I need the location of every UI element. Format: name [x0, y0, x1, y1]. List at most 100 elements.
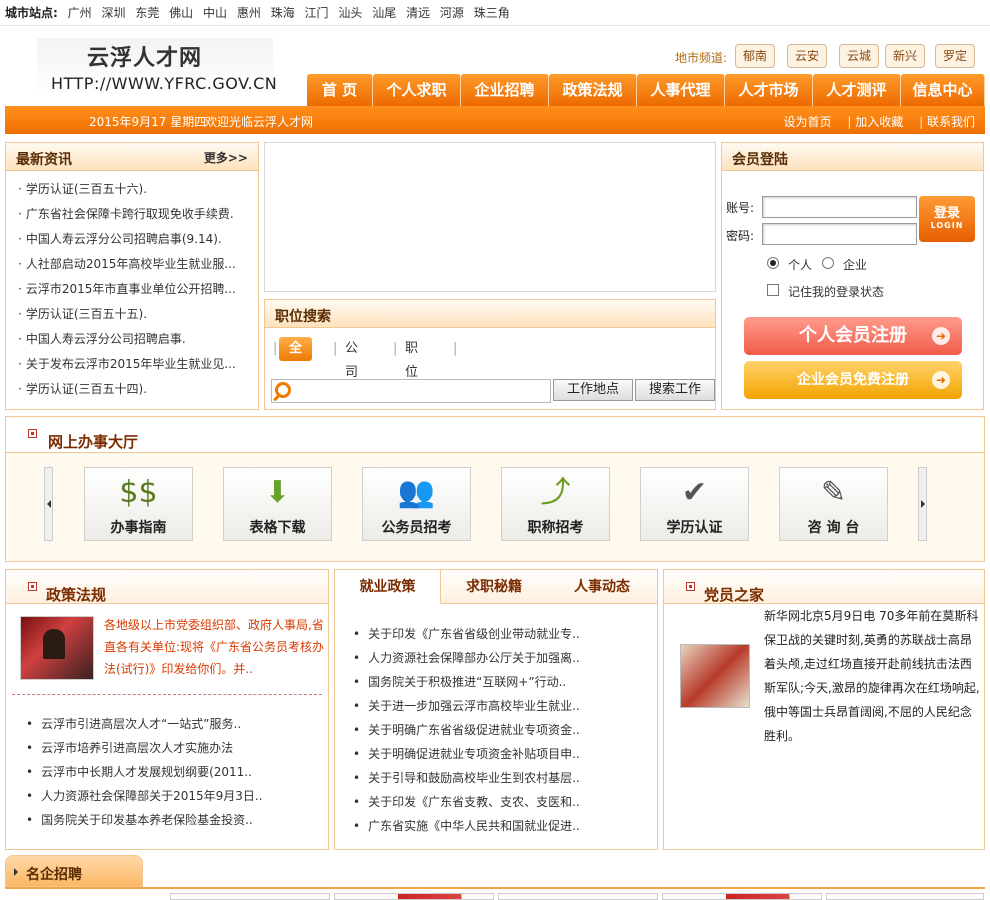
- nav-home[interactable]: 首 页: [307, 74, 373, 106]
- famous-title: 名企招聘: [26, 867, 82, 883]
- company-logo[interactable]: [498, 893, 658, 900]
- tile-guide[interactable]: $$ 办事指南: [84, 467, 193, 541]
- news-item[interactable]: 学历认证(三百五十五).: [18, 302, 258, 327]
- add-favorite-link[interactable]: 加入收藏: [855, 115, 903, 129]
- panel-header: 最新资讯 更多>>: [6, 143, 258, 171]
- list-item[interactable]: 广东省实施《中华人民共和国就业促进..: [353, 814, 653, 838]
- news-item[interactable]: 云浮市2015年市直事业单位公开招聘...: [18, 277, 258, 302]
- company-logo[interactable]: [170, 893, 330, 900]
- divider: |: [919, 115, 924, 129]
- nav-agency[interactable]: 人事代理: [637, 74, 725, 106]
- scroll-left-button[interactable]: [44, 467, 53, 541]
- city-link[interactable]: 深圳: [101, 6, 125, 20]
- company-logo[interactable]: [662, 893, 822, 900]
- city-link[interactable]: 惠州: [237, 6, 261, 20]
- famous-companies-tab[interactable]: 名企招聘: [5, 855, 143, 887]
- channel-button[interactable]: 新兴: [885, 44, 925, 68]
- channel-button[interactable]: 罗定: [935, 44, 975, 68]
- city-link[interactable]: 佛山: [169, 6, 193, 20]
- list-item[interactable]: 关于进一步加强云浮市高校毕业生就业..: [353, 694, 653, 718]
- employment-tabs: 就业政策 求职秘籍 人事动态: [335, 570, 657, 604]
- tab-fulltext[interactable]: 全文: [279, 337, 313, 380]
- contact-link[interactable]: 联系我们: [927, 115, 975, 129]
- nav-market[interactable]: 人才市场: [725, 74, 813, 106]
- square-bullet-icon: [686, 582, 695, 591]
- list-item[interactable]: 国务院关于印发基本养老保险基金投资..: [26, 808, 322, 832]
- set-homepage-link[interactable]: 设为首页: [784, 115, 832, 129]
- list-item[interactable]: 云浮市培养引进高层次人才实施办法: [26, 736, 322, 760]
- tab-hr-news[interactable]: 人事动态: [549, 570, 655, 604]
- list-item[interactable]: 关于印发《广东省支教、支农、支医和..: [353, 790, 653, 814]
- channel-button[interactable]: 郁南: [735, 44, 775, 68]
- radio-personal[interactable]: [767, 257, 779, 269]
- nav-assessment[interactable]: 人才测评: [813, 74, 901, 106]
- city-link[interactable]: 东莞: [135, 6, 159, 20]
- list-item[interactable]: 国务院关于积极推进“互联网+”行动..: [353, 670, 653, 694]
- tile-civil-servant-exam[interactable]: 👥 公务员招考: [362, 467, 471, 541]
- policy-lead-text[interactable]: 各地级以上市党委组织部、政府人事局,省直各有关单位:现将《广东省公务员考核办法(…: [104, 614, 326, 680]
- party-article-text[interactable]: 新华网北京5月9日电 70多年前在莫斯科保卫战的关键时刻,英勇的苏联战士高昂着头…: [764, 604, 982, 748]
- tab-position-name[interactable]: 职位名: [405, 337, 418, 404]
- news-item[interactable]: 学历认证(三百五十四).: [18, 377, 258, 402]
- employment-list: 关于印发《广东省省级创业带动就业专.. 人力资源社会保障部办公厅关于加强离.. …: [353, 622, 653, 838]
- tile-consult[interactable]: ✎ 咨 询 台: [779, 467, 888, 541]
- city-link[interactable]: 中山: [203, 6, 227, 20]
- nav-job-seek[interactable]: 个人求职: [373, 74, 461, 106]
- news-item[interactable]: 关于发布云浮市2015年毕业生就业见...: [18, 352, 258, 377]
- news-item[interactable]: 中国人寿云浮分公司招聘启事.: [18, 327, 258, 352]
- tab-employment-policy[interactable]: 就业政策: [335, 570, 441, 604]
- city-link[interactable]: 河源: [440, 6, 464, 20]
- square-bullet-icon: [28, 429, 37, 438]
- personal-register-button[interactable]: 个人会员注册 ➜: [744, 317, 962, 355]
- site-logo[interactable]: 云浮人才网 HTTP://WWW.YFRC.GOV.CN: [37, 38, 277, 96]
- list-item[interactable]: 关于明确广东省省级促进就业专项资金..: [353, 718, 653, 742]
- city-link[interactable]: 珠三角: [474, 6, 510, 20]
- news-item[interactable]: 广东省社会保障卡跨行取现免收手续费.: [18, 202, 258, 227]
- tab-company-name[interactable]: 公司名: [345, 337, 358, 404]
- panel-header: 会员登陆: [722, 143, 983, 171]
- list-item[interactable]: 人力资源社会保障部办公厅关于加强离..: [353, 646, 653, 670]
- news-anchor-thumbnail[interactable]: [20, 616, 94, 680]
- account-input[interactable]: [762, 196, 917, 218]
- city-link[interactable]: 珠海: [271, 6, 295, 20]
- radio-company[interactable]: [822, 257, 834, 269]
- search-input[interactable]: [271, 379, 551, 403]
- search-job-button[interactable]: 搜索工作: [635, 379, 715, 401]
- list-item[interactable]: 云浮市引进高层次人才“一站式”服务..: [26, 712, 322, 736]
- company-register-button[interactable]: 企业会员免费注册 ➜: [744, 361, 962, 399]
- channel-button[interactable]: 云安: [787, 44, 827, 68]
- city-link[interactable]: 汕尾: [372, 6, 396, 20]
- password-input[interactable]: [762, 223, 917, 245]
- news-item[interactable]: 学历认证(三百五十六).: [18, 177, 258, 202]
- list-item[interactable]: 关于引导和鼓励高校毕业生到农村基层..: [353, 766, 653, 790]
- city-link[interactable]: 汕头: [338, 6, 362, 20]
- work-location-button[interactable]: 工作地点: [553, 379, 633, 401]
- news-more-link[interactable]: 更多>>: [204, 149, 248, 166]
- city-link[interactable]: 江门: [305, 6, 329, 20]
- login-button[interactable]: 登录 LOGIN: [919, 196, 975, 242]
- news-item[interactable]: 中国人寿云浮分公司招聘启事(9.14).: [18, 227, 258, 252]
- remember-checkbox[interactable]: [767, 284, 779, 296]
- tile-education-cert[interactable]: ✔ 学历认证: [640, 467, 749, 541]
- party-thumbnail[interactable]: [680, 644, 750, 708]
- latest-news-panel: 最新资讯 更多>> 学历认证(三百五十六). 广东省社会保障卡跨行取现免收手续费…: [5, 142, 259, 410]
- nav-policy[interactable]: 政策法规: [549, 74, 637, 106]
- tab-job-tips[interactable]: 求职秘籍: [441, 570, 547, 604]
- list-item[interactable]: 关于印发《广东省省级创业带动就业专..: [353, 622, 653, 646]
- nav-info-center[interactable]: 信息中心: [901, 74, 985, 106]
- nav-recruit[interactable]: 企业招聘: [461, 74, 549, 106]
- city-link[interactable]: 清远: [406, 6, 430, 20]
- scroll-right-button[interactable]: [918, 467, 927, 541]
- tile-title-exam[interactable]: ⤴ 职称招考: [501, 467, 610, 541]
- list-item[interactable]: 云浮市中长期人才发展规划纲要(2011..: [26, 760, 322, 784]
- list-item[interactable]: 人力资源社会保障部关于2015年9月3日..: [26, 784, 322, 808]
- company-logo[interactable]: [826, 893, 984, 900]
- tile-form-download[interactable]: ⬇ 表格下载: [223, 467, 332, 541]
- divider: |: [453, 341, 458, 356]
- channel-button[interactable]: 云城: [839, 44, 879, 68]
- city-link[interactable]: 广州: [68, 6, 92, 20]
- company-logo[interactable]: [334, 893, 494, 900]
- news-item[interactable]: 人社部启动2015年高校毕业生就业服...: [18, 252, 258, 277]
- certificate-icon: ✔: [681, 475, 708, 510]
- list-item[interactable]: 关于明确促进就业专项资金补贴项目申..: [353, 742, 653, 766]
